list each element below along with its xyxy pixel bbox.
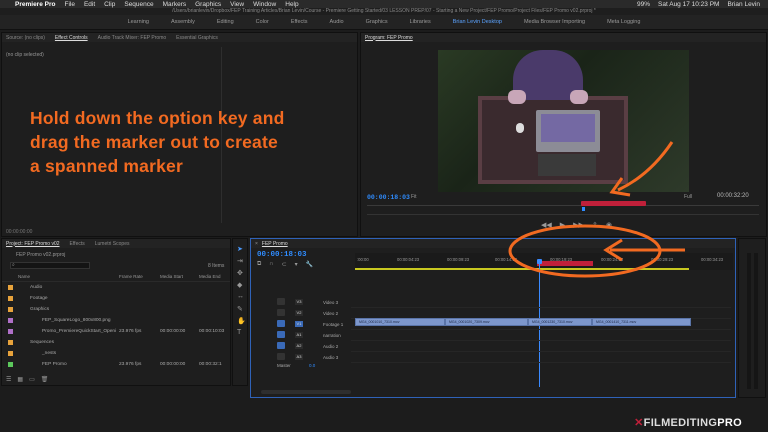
annotation-overlay <box>508 141 685 278</box>
brand-x-icon: ✕ <box>634 417 644 429</box>
brand-pro: PRO <box>717 417 742 429</box>
brand-logo: ✕FILMEDITINGPRO <box>634 416 742 429</box>
brand-name: FILMEDITING <box>643 417 718 429</box>
annotation-arrow-2 <box>617 141 674 192</box>
